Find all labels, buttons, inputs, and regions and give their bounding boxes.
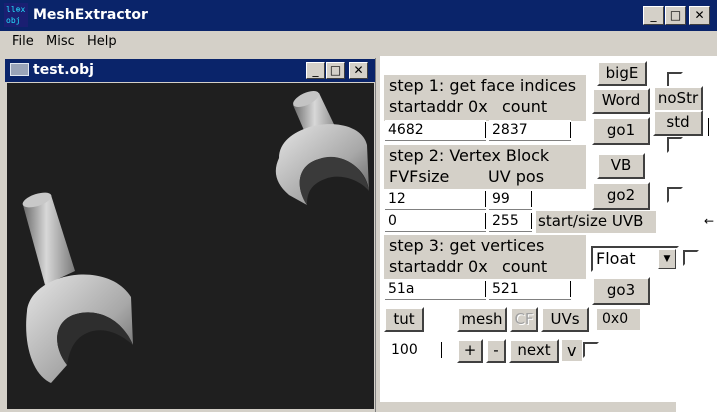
- std-separator: [708, 118, 709, 136]
- step3-startaddr-input[interactable]: 51a: [385, 279, 486, 300]
- child-minimize-button[interactable]: _: [306, 62, 325, 79]
- app-title: MeshExtractor: [33, 7, 148, 23]
- child-window-icon: [10, 63, 29, 76]
- mesh-piece-upper: [275, 90, 369, 205]
- child-close-button[interactable]: ✕: [349, 62, 368, 79]
- step1-count-input[interactable]: 2837: [489, 120, 571, 141]
- step3-count-input[interactable]: 521: [489, 279, 571, 300]
- step3-count-label: count: [502, 257, 548, 276]
- step2-fvfsize-input[interactable]: 12: [385, 189, 486, 210]
- step1-startaddr-input[interactable]: 4682: [385, 120, 486, 141]
- next-button[interactable]: next: [509, 339, 559, 363]
- step1-count-label: count: [502, 97, 548, 116]
- step2-fvfsize-label: FVFsize: [389, 167, 450, 186]
- child-window-title: test.obj: [33, 62, 94, 78]
- step2-label-block: step 2: Vertex Block FVFsize UV pos: [384, 145, 586, 189]
- word-button[interactable]: Word: [592, 88, 650, 114]
- status-strip: [380, 402, 676, 412]
- bigE-button[interactable]: bigE: [597, 61, 647, 86]
- go2-checkbox[interactable]: [667, 187, 683, 203]
- mesh-button[interactable]: mesh: [457, 307, 507, 332]
- mesh-viewport[interactable]: [7, 83, 374, 409]
- menu-help[interactable]: Help: [87, 34, 117, 49]
- menu-file[interactable]: File: [12, 34, 34, 49]
- nostr-button[interactable]: noStr: [653, 86, 703, 112]
- mesh-render: [22, 90, 369, 383]
- step2-uvpos-label: UV pos: [488, 167, 545, 186]
- v-label: v: [562, 340, 582, 361]
- maximize-button[interactable]: □: [665, 6, 686, 25]
- go3-button[interactable]: go3: [592, 277, 650, 305]
- step3-heading: step 3: get vertices: [389, 236, 545, 255]
- resize-arrow-icon: ←: [704, 214, 715, 228]
- step2-uvpos-input[interactable]: 99: [489, 189, 532, 210]
- std-button[interactable]: std: [653, 110, 703, 136]
- menu-misc[interactable]: Misc: [46, 34, 75, 49]
- step2-uvb-start-input[interactable]: 0: [385, 211, 486, 232]
- close-button[interactable]: ✕: [689, 6, 710, 25]
- step3-label-block: step 3: get vertices startaddr 0x count: [384, 235, 586, 279]
- step1-heading: step 1: get face indices: [389, 76, 577, 95]
- step2-uvb-size-input[interactable]: 255: [489, 211, 532, 232]
- uvs-button[interactable]: UVs: [541, 307, 589, 332]
- minimize-button[interactable]: _: [643, 6, 664, 25]
- type-checkbox[interactable]: [683, 250, 699, 266]
- step1-startaddr-label: startaddr 0x: [389, 97, 488, 116]
- mesh-piece-lower: [22, 192, 133, 383]
- cf-button[interactable]: CF: [510, 307, 538, 332]
- step3-startaddr-label: startaddr 0x: [389, 257, 488, 276]
- hex-display: 0x0: [597, 309, 640, 330]
- chevron-down-icon[interactable]: ▼: [658, 249, 676, 269]
- std-checkbox[interactable]: [667, 137, 683, 153]
- step1-label-block: step 1: get face indices startaddr 0x co…: [384, 75, 586, 121]
- plus-button[interactable]: +: [457, 339, 483, 363]
- vb-button[interactable]: VB: [597, 153, 645, 179]
- v-checkbox[interactable]: [583, 342, 599, 358]
- tut-button[interactable]: tut: [384, 307, 424, 332]
- app-icon: ll⊕x obj: [4, 3, 28, 27]
- step2-heading: step 2: Vertex Block: [389, 146, 550, 165]
- step-input[interactable]: 100: [388, 340, 442, 361]
- type-select[interactable]: Float ▼: [591, 246, 679, 272]
- minus-button[interactable]: -: [486, 339, 506, 363]
- go1-button[interactable]: go1: [592, 117, 650, 145]
- uvb-label: start/size UVB: [536, 211, 656, 233]
- child-maximize-button[interactable]: □: [326, 62, 345, 79]
- go2-button[interactable]: go2: [592, 182, 650, 210]
